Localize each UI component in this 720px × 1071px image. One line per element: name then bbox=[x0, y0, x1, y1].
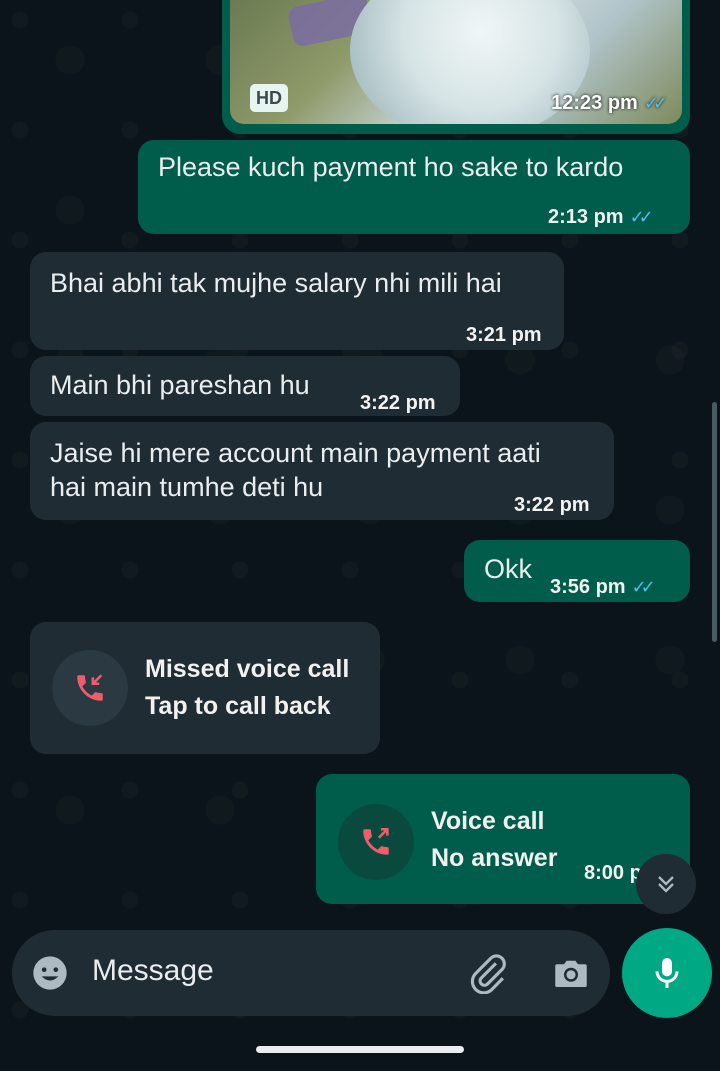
message-input[interactable]: Message bbox=[92, 954, 214, 988]
message-time: 3:22 pm bbox=[360, 392, 436, 414]
message-time: 2:13 pm bbox=[548, 206, 624, 228]
message-bubble-incoming[interactable]: Jaise hi mere account main payment aati … bbox=[30, 422, 614, 520]
read-ticks-icon: ✓✓ bbox=[643, 93, 668, 113]
scrollbar[interactable] bbox=[712, 402, 717, 642]
outgoing-call-icon bbox=[338, 804, 414, 880]
missed-call-title: Missed voice call bbox=[145, 655, 350, 683]
message-time: 3:22 pm bbox=[514, 494, 590, 516]
message-text: Please kuch payment ho sake to kardo bbox=[158, 152, 624, 182]
voice-call-subtitle: No answer bbox=[431, 844, 558, 872]
scroll-to-bottom-button[interactable] bbox=[636, 854, 696, 914]
message-bubble-incoming[interactable]: Main bhi pareshan hu 3:22 pm bbox=[30, 356, 460, 416]
voice-call-title: Voice call bbox=[431, 807, 545, 835]
message-time: 8:00 p bbox=[584, 862, 642, 884]
message-text-line-1: Jaise hi mere account main payment aati bbox=[50, 438, 541, 468]
hd-badge: HD bbox=[250, 84, 288, 112]
message-time: 3:56 pm bbox=[550, 576, 626, 598]
message-text: Okk bbox=[484, 554, 533, 584]
missed-call-icon bbox=[52, 650, 128, 726]
image-message-time: 12:23 pm ✓✓ bbox=[551, 92, 668, 115]
read-ticks-icon: ✓✓ bbox=[629, 207, 654, 227]
attach-icon[interactable] bbox=[467, 952, 509, 994]
message-time: 3:21 pm bbox=[466, 324, 542, 346]
message-time-row: 3:56 pm ✓✓ bbox=[550, 570, 656, 604]
message-text: Bhai abhi tak mujhe salary nhi mili hai bbox=[50, 268, 502, 298]
missed-call-bubble[interactable]: Missed voice call Tap to call back bbox=[30, 622, 380, 754]
image-message[interactable]: HD 12:23 pm ✓✓ bbox=[222, 0, 690, 134]
read-ticks-icon: ✓✓ bbox=[631, 577, 656, 597]
camera-icon[interactable] bbox=[550, 952, 592, 994]
chat-screen: HD 12:23 pm ✓✓ Please kuch payment ho sak… bbox=[0, 0, 720, 1071]
image-thumbnail[interactable]: HD 12:23 pm ✓✓ bbox=[230, 0, 682, 124]
message-text-line-2: hai main tumhe deti hu bbox=[50, 472, 324, 502]
double-chevron-down-icon bbox=[658, 876, 674, 893]
missed-call-subtitle[interactable]: Tap to call back bbox=[145, 689, 331, 723]
message-time: 12:23 pm bbox=[551, 92, 638, 114]
voice-call-bubble[interactable]: Voice call No answer 8:00 p bbox=[316, 774, 690, 904]
mic-icon bbox=[655, 958, 679, 988]
message-time-row: 2:13 pm ✓✓ bbox=[548, 200, 654, 234]
mic-button[interactable] bbox=[622, 928, 712, 1018]
message-composer[interactable]: Message bbox=[12, 930, 610, 1016]
emoji-icon[interactable] bbox=[30, 953, 70, 993]
message-bubble-outgoing[interactable]: Okk 3:56 pm ✓✓ bbox=[464, 540, 690, 602]
message-text: Main bhi pareshan hu bbox=[50, 370, 310, 400]
message-bubble-outgoing[interactable]: Please kuch payment ho sake to kardo 2:1… bbox=[138, 140, 690, 234]
home-indicator[interactable] bbox=[256, 1046, 464, 1053]
message-bubble-incoming[interactable]: Bhai abhi tak mujhe salary nhi mili hai … bbox=[30, 252, 564, 350]
